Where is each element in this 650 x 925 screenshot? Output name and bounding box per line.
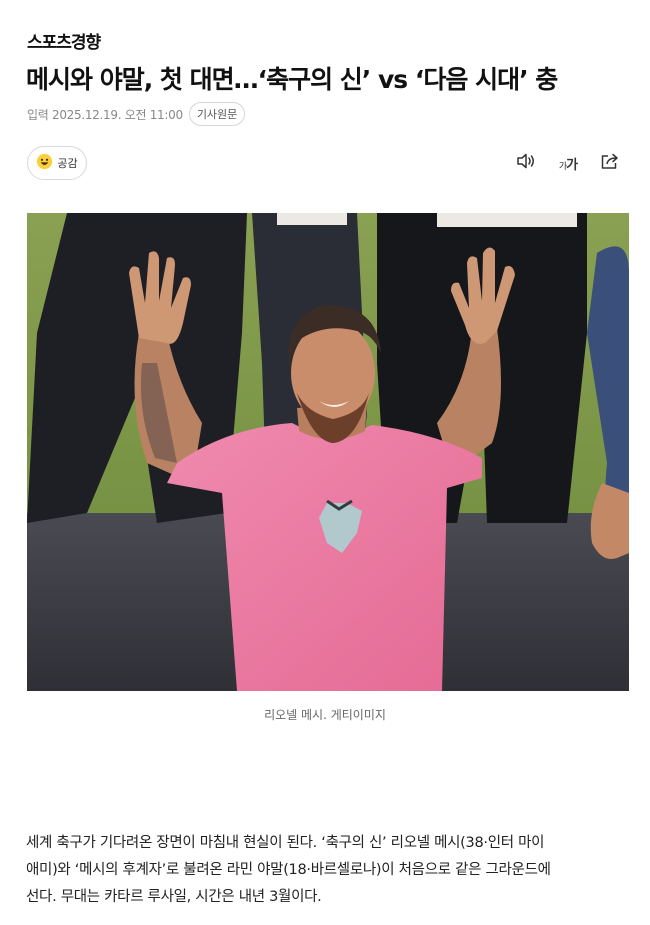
article-meta: 입력 2025.12.19. 오전 11:00 기사원문 bbox=[27, 102, 246, 126]
article-toolbar: 가가 bbox=[514, 150, 622, 176]
font-size-button[interactable]: 가가 bbox=[556, 150, 580, 176]
body-line: 세계 축구가 기다려온 장면이 마침내 현실이 된다. ‘축구의 신’ 리오넬 … bbox=[26, 835, 545, 851]
article-page: 스포츠경향 메시와 야말, 첫 대면…‘축구의 신’ vs ‘다음 시대’ 충 … bbox=[0, 0, 650, 925]
press-logo[interactable]: 스포츠경향 bbox=[27, 28, 101, 53]
smile-emoji-icon bbox=[36, 153, 53, 174]
reaction-button[interactable]: 공감 bbox=[27, 146, 87, 180]
speaker-icon bbox=[516, 152, 536, 174]
article-body: 세계 축구가 기다려온 장면이 마침내 현실이 된다. ‘축구의 신’ 리오넬 … bbox=[26, 830, 630, 911]
publish-date: 입력 2025.12.19. 오전 11:00 bbox=[27, 107, 183, 122]
photo-caption: 리오넬 메시. 게티이미지 bbox=[264, 708, 386, 722]
share-button[interactable] bbox=[598, 150, 622, 176]
share-icon bbox=[600, 152, 620, 174]
listen-button[interactable] bbox=[514, 150, 538, 176]
body-line: 선다. 무대는 카타르 루사일, 시간은 내년 3월이다. bbox=[26, 889, 322, 905]
article-photo[interactable] bbox=[27, 213, 629, 691]
article-headline: 메시와 야말, 첫 대면…‘축구의 신’ vs ‘다음 시대’ 충 bbox=[26, 65, 558, 94]
body-line: 애미)와 ‘메시의 후계자’로 불려온 라민 야말(18·바르셀로나)이 처음으… bbox=[26, 862, 551, 878]
font-size-icon: 가가 bbox=[558, 157, 578, 173]
reaction-label: 공감 bbox=[57, 157, 78, 170]
original-article-button[interactable]: 기사원문 bbox=[188, 102, 246, 126]
